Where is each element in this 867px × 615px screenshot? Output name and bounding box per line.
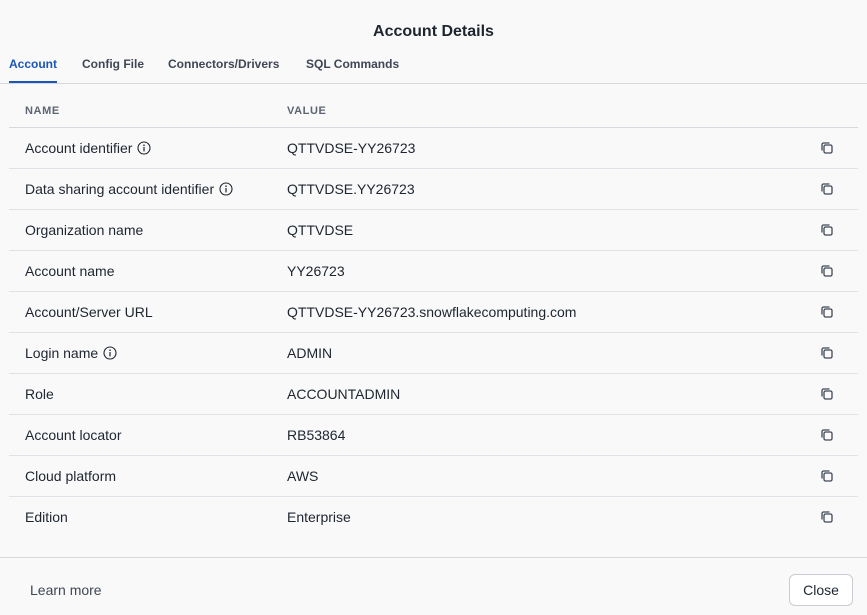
info-icon[interactable]: [103, 346, 117, 360]
row-value: ADMIN: [287, 345, 333, 361]
learn-more-link[interactable]: Learn more: [30, 582, 102, 598]
row-name: Login name: [25, 345, 99, 361]
copy-icon[interactable]: [819, 140, 835, 156]
row-name: Edition: [25, 509, 68, 525]
column-header-value: VALUE: [287, 105, 327, 117]
row-name: Cloud platform: [25, 468, 117, 484]
row-name-cell: Organization name: [25, 222, 143, 238]
row-name: Account locator: [25, 427, 122, 443]
table-row: Account/Server URL QTTVDSE-YY26723.snowfl…: [9, 292, 858, 333]
tab-account[interactable]: Account: [9, 57, 57, 83]
table-row: Data sharing account identifier QTTVDSE.Y…: [9, 169, 858, 210]
info-icon[interactable]: [137, 141, 151, 155]
row-name: Organization name: [25, 222, 144, 238]
table-row: Account locator RB53864: [9, 415, 858, 456]
row-name: Account name: [25, 263, 115, 279]
row-value: RB53864: [287, 427, 346, 443]
row-name-cell: Role: [25, 386, 54, 402]
tab-config-file[interactable]: Config File: [82, 57, 144, 83]
tab-connectors-drivers[interactable]: Connectors/Drivers: [168, 57, 279, 83]
row-value: AWS: [287, 468, 319, 484]
table-row: Account identifier QTTVDSE-YY26723: [9, 128, 858, 169]
copy-icon[interactable]: [819, 181, 835, 197]
copy-icon[interactable]: [819, 468, 835, 484]
row-name: Account/Server URL: [25, 304, 153, 320]
tab-sql-commands[interactable]: SQL Commands: [306, 57, 399, 83]
dialog-footer: Learn more Close: [0, 557, 867, 615]
copy-icon[interactable]: [819, 386, 835, 402]
copy-icon[interactable]: [819, 509, 835, 525]
column-header-name: NAME: [25, 105, 60, 117]
table-header: NAME VALUE: [9, 91, 858, 128]
row-name: Account identifier: [25, 140, 133, 156]
row-name-cell: Account locator: [25, 427, 122, 443]
copy-icon[interactable]: [819, 304, 835, 320]
row-name-cell: Account name: [25, 263, 115, 279]
row-value: QTTVDSE: [287, 222, 354, 238]
row-name-cell: Account/Server URL: [25, 304, 153, 320]
row-name-cell: Account identifier: [25, 140, 151, 156]
copy-icon[interactable]: [819, 222, 835, 238]
row-value: YY26723: [287, 263, 345, 279]
tab-bar: Account Config File Connectors/Drivers S…: [0, 52, 867, 84]
row-name-cell: Edition: [25, 509, 68, 525]
row-name: Data sharing account identifier: [25, 181, 215, 197]
table-row: Login name ADMIN: [9, 333, 858, 374]
row-value: QTTVDSE-YY26723: [287, 140, 416, 156]
table-row: Cloud platform AWS: [9, 456, 858, 497]
copy-icon[interactable]: [819, 345, 835, 361]
table-row: Organization name QTTVDSE: [9, 210, 858, 251]
table-row: Account name YY26723: [9, 251, 858, 292]
table-row: Edition Enterprise: [9, 497, 858, 538]
row-name-cell: Data sharing account identifier: [25, 181, 233, 197]
dialog-title: Account Details: [373, 23, 494, 40]
close-button[interactable]: Close: [789, 574, 853, 606]
table-body: Account identifier QTTVDSE-YY26723 Data sh…: [9, 128, 858, 538]
copy-icon[interactable]: [819, 427, 835, 443]
row-name-cell: Cloud platform: [25, 468, 116, 484]
info-icon[interactable]: [219, 182, 233, 196]
row-value: QTTVDSE.YY26723: [287, 181, 415, 197]
copy-icon[interactable]: [819, 263, 835, 279]
row-value: ACCOUNTADMIN: [287, 386, 401, 402]
account-details-table: NAME VALUE Account identifier QTTVDSE-YY2…: [9, 91, 858, 538]
account-details-dialog: Account Details Account Config File Conn…: [0, 0, 867, 615]
table-row: Role ACCOUNTADMIN: [9, 374, 858, 415]
row-value: QTTVDSE-YY26723.snowflakecomputing.com: [287, 304, 577, 320]
row-name-cell: Login name: [25, 345, 117, 361]
row-name: Role: [25, 386, 54, 402]
row-value: Enterprise: [287, 509, 351, 525]
